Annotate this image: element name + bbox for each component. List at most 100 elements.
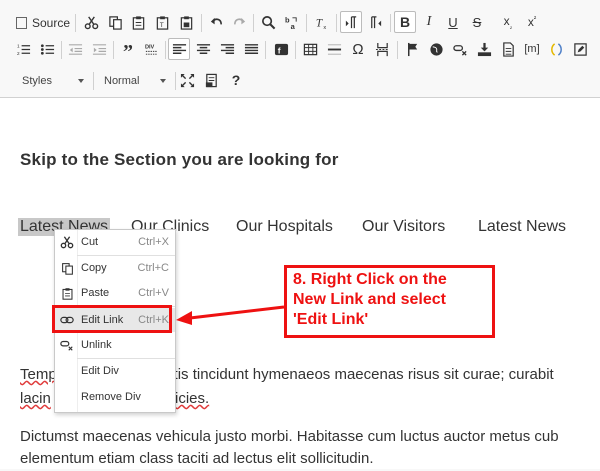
page-break-button[interactable] <box>371 38 393 60</box>
format-label: Normal <box>104 75 140 87</box>
table-button[interactable] <box>299 38 321 60</box>
menu-item-copy[interactable]: Copy Ctrl+C <box>55 256 175 280</box>
menu-item-shortcut: Ctrl+V <box>138 287 169 299</box>
text-editor-button[interactable] <box>569 38 591 60</box>
subscript-icon: x₂ <box>503 13 513 31</box>
help-button[interactable]: ? <box>225 69 247 91</box>
numbered-list-button[interactable]: 12 <box>12 38 34 60</box>
svg-text:a: a <box>290 22 295 30</box>
copy-icon <box>60 261 74 275</box>
div-icon: DIV <box>144 44 157 55</box>
italic-button[interactable]: I <box>418 11 440 33</box>
align-center-button[interactable] <box>192 38 214 60</box>
annotation-callout: 8. Right Click on the New Link and selec… <box>284 265 495 338</box>
styles-dropdown[interactable]: Styles <box>16 72 88 90</box>
rtl-icon <box>370 15 381 28</box>
download-button[interactable] <box>473 38 495 60</box>
globe-icon <box>429 42 443 56</box>
mathjax-button[interactable]: [m] <box>521 38 543 60</box>
strikethrough-icon: S <box>472 14 482 30</box>
copy-button[interactable] <box>104 11 126 33</box>
indent-button[interactable] <box>88 38 110 60</box>
language-button[interactable] <box>545 38 567 60</box>
superscript-button[interactable]: x² <box>521 11 543 33</box>
menu-item-label: Edit Div <box>81 365 119 377</box>
omega-icon: Ω <box>352 40 364 58</box>
menu-item-paste[interactable]: Paste Ctrl+V <box>55 281 175 305</box>
nav-link-latest-news[interactable]: Latest News <box>478 218 566 236</box>
strike-button[interactable]: S <box>466 11 488 33</box>
undo-button[interactable] <box>205 11 227 33</box>
menu-item-cut[interactable]: Cut Ctrl+X <box>55 230 175 254</box>
replace-button[interactable]: ba <box>280 11 302 33</box>
section-heading: Skip to the Section you are looking for <box>20 150 339 169</box>
flag-icon <box>407 42 417 56</box>
ltr-icon <box>345 15 356 28</box>
svg-text:1: 1 <box>16 43 19 48</box>
menu-item-unlink[interactable]: Unlink <box>55 333 175 357</box>
svg-text:2: 2 <box>16 51 19 56</box>
justify-button[interactable] <box>240 38 262 60</box>
quote-icon: ” <box>123 41 133 63</box>
numbered-list-icon: 12 <box>16 43 30 56</box>
redo-button[interactable] <box>228 11 250 33</box>
cut-button[interactable] <box>80 11 102 33</box>
outdent-button[interactable] <box>64 38 86 60</box>
show-blocks-button[interactable] <box>200 69 222 91</box>
justify-icon <box>244 43 258 54</box>
iframe-button[interactable] <box>425 38 447 60</box>
paste-button[interactable] <box>127 11 149 33</box>
align-left-button[interactable] <box>168 38 190 60</box>
ltr-button[interactable] <box>340 11 362 33</box>
source-icon <box>16 17 27 29</box>
maximize-icon <box>180 73 194 87</box>
scissors-icon <box>60 235 74 249</box>
flash-icon: f <box>274 43 288 55</box>
paste-icon <box>132 15 144 30</box>
create-div-button[interactable]: DIV <box>140 38 162 60</box>
menu-item-label: Cut <box>81 236 99 248</box>
format-dropdown[interactable]: Normal <box>98 72 170 90</box>
nav-link-our-visitors[interactable]: Our Visitors <box>362 218 445 236</box>
math-icon: [m] <box>524 43 540 55</box>
menu-item-edit-div[interactable]: Edit Div <box>55 359 175 383</box>
horizontal-line-icon <box>327 43 341 55</box>
flash-button[interactable]: f <box>270 38 292 60</box>
source-button[interactable]: Source <box>16 12 70 34</box>
nav-link-our-hospitals[interactable]: Our Hospitals <box>236 218 333 236</box>
annotation-line: 'Edit Link' <box>293 311 369 328</box>
svg-text:DIV: DIV <box>144 44 154 50</box>
edit-document-icon <box>573 42 587 56</box>
blockquote-button[interactable]: ” <box>117 38 139 63</box>
find-button[interactable] <box>257 11 279 33</box>
scissors-icon <box>84 15 98 29</box>
anchor-button[interactable] <box>401 38 423 60</box>
help-icon: ? <box>231 72 241 88</box>
subscript-button[interactable]: x₂ <box>497 11 519 33</box>
superscript-icon: x² <box>527 15 537 29</box>
unlink-icon <box>60 338 74 352</box>
bulleted-list-button[interactable] <box>36 38 58 60</box>
remove-format-button[interactable]: Tx <box>310 11 332 33</box>
document-icon <box>502 41 514 57</box>
language-icon <box>550 42 562 56</box>
menu-item-label: Copy <box>81 262 107 274</box>
align-right-button[interactable] <box>216 38 238 60</box>
paste-word-button[interactable] <box>175 11 197 33</box>
unlink-icon <box>452 44 467 56</box>
maximize-button[interactable] <box>176 69 198 91</box>
bold-button[interactable]: B <box>394 11 416 33</box>
paste-text-icon: T <box>156 15 168 30</box>
menu-item-remove-div[interactable]: Remove Div <box>55 385 175 409</box>
unlink-toolbar-button[interactable] <box>449 38 471 60</box>
remove-format-icon: Tx <box>315 17 326 30</box>
underline-button[interactable]: U <box>442 11 464 33</box>
horizontal-rule-button[interactable] <box>323 38 345 60</box>
rtl-button[interactable] <box>364 11 386 33</box>
paragraph-2-line-2: elementum etiam class taciti ad lectus e… <box>20 450 374 467</box>
underline-icon: U <box>448 14 458 30</box>
paste-text-button[interactable]: T <box>151 11 173 33</box>
document-button[interactable] <box>497 38 519 60</box>
svg-text:f: f <box>277 45 280 55</box>
special-char-button[interactable]: Ω <box>347 38 369 60</box>
